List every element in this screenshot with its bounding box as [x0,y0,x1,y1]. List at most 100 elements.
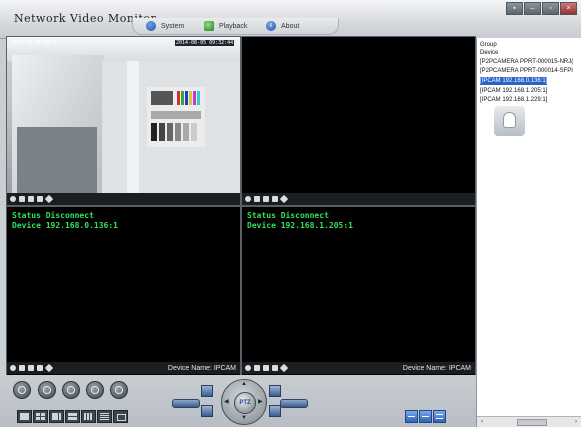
layout-4-button[interactable] [33,410,48,423]
ptz-control-ring[interactable]: ▲ ▼ ◀ ▶ PTZ [221,379,267,425]
video-pane-4[interactable]: Status Disconnect Device 192.168.1.205:1… [241,206,476,376]
record-icon[interactable] [10,365,16,371]
feed-pillar [127,61,139,193]
play-all-button[interactable] [13,381,31,399]
talk-icon[interactable] [272,196,278,202]
ptz-right-arrow[interactable]: ▶ [258,398,263,405]
layout-8-button[interactable] [65,410,80,423]
zoom-out-button[interactable] [172,399,200,408]
snapshot-icon[interactable] [254,196,260,202]
menu-about[interactable]: i About [266,19,299,33]
video-pane-3[interactable]: Status Disconnect Device 192.168.0.136:1… [6,206,241,376]
menu-about-label: About [281,22,300,30]
record-icon[interactable] [10,196,16,202]
device-list-item[interactable]: [IPCAM 192.168.1.229:1] [480,96,547,104]
feed-timestamp-right: 2014-08-05 09:32:44 [175,40,235,46]
layout-16-icon [100,413,109,420]
minimize-button[interactable]: – [524,2,541,15]
pane-device: Device 192.168.1.205:1 [247,221,353,230]
device-list-item[interactable]: [P2PCAMERA PPRT-000014-SFPI [480,67,573,75]
pane-device-name: Device Name: IPCAM [167,364,236,372]
record-all-button[interactable] [62,381,80,399]
pane-toolbar-1 [7,193,240,205]
maximize-button[interactable]: ▫ [542,2,559,15]
playback-icon [204,21,214,31]
sequence-icon [115,386,123,394]
stop-all-button[interactable] [38,381,56,399]
layout-4-icon [36,413,40,416]
ptz-left-arrow[interactable]: ◀ [224,398,229,405]
play-icon [18,386,26,394]
layout-1-button[interactable] [17,410,32,423]
feed-timestamp-left: 2014-08-05 09:2 [11,40,57,46]
fullscreen-icon [117,414,126,421]
device-list-item-selected[interactable]: [IPCAM 192.168.0.136:1] [478,76,549,86]
pane-toolbar-icons [10,363,54,373]
talk-icon[interactable] [272,365,278,371]
audio-icon[interactable] [263,365,269,371]
record-icon[interactable] [245,365,251,371]
video-pane-2[interactable] [241,36,476,206]
scroll-left-arrow[interactable]: ‹ [478,418,486,426]
menu-playback[interactable]: Playback [204,19,247,33]
fullscreen-button[interactable] [113,410,128,423]
system-icon [146,21,156,31]
settings-icon[interactable] [44,194,54,204]
menu-system[interactable]: System [146,19,184,33]
talk-icon[interactable] [37,196,43,202]
video-pane-1[interactable]: 2014-08-05 09:2 2014-08-05 09:32:44 [6,36,241,206]
sequence-button[interactable] [110,381,128,399]
horizontal-scrollbar[interactable]: ‹ › [477,416,581,427]
device-list-item[interactable]: [P2PCAMERA PPRT-000015-NRJ( [480,58,573,66]
record-icon[interactable] [245,196,251,202]
next-page-button[interactable] [419,410,432,423]
device-list-item[interactable]: [IPCAM 192.168.1.205:1] [480,87,547,95]
pane-toolbar-icons [245,194,289,204]
focus-near-button[interactable] [201,385,213,397]
camera-icon [504,113,515,127]
pane-toolbar-icons [245,363,289,373]
settings-icon[interactable] [279,194,289,204]
layout-icon-cell [59,413,61,420]
camera-device-icon[interactable] [494,106,525,136]
iris-open-button[interactable] [201,405,213,417]
refresh-button[interactable] [433,410,446,423]
talk-icon[interactable] [37,365,43,371]
ptz-down-arrow[interactable]: ▼ [241,415,247,421]
stop-icon [43,386,51,394]
zoom-in-button[interactable] [280,399,308,408]
ptz-center-button[interactable]: PTZ [234,392,256,414]
settings-icon[interactable] [44,363,54,373]
camera-feed-image: 2014-08-05 09:2 2014-08-05 09:32:44 [7,37,240,193]
record-icon [67,386,75,394]
layout-6-button[interactable] [49,410,64,423]
snapshot-icon[interactable] [19,196,25,202]
prev-page-button[interactable] [405,410,418,423]
focus-far-button[interactable] [269,385,281,397]
pane-toolbar-2 [242,193,475,205]
settings-icon[interactable] [279,363,289,373]
layout-16-button[interactable] [97,410,112,423]
snapshot-icon[interactable] [254,365,260,371]
window-controls: ▪ – ▫ × [506,2,577,15]
pane-device-name: Device Name: IPCAM [402,364,471,372]
audio-icon[interactable] [28,365,34,371]
iris-close-button[interactable] [269,405,281,417]
snapshot-icon[interactable] [19,365,25,371]
video-grid: 2014-08-05 09:2 2014-08-05 09:32:44 Stat… [6,36,476,376]
info-icon: i [266,21,276,31]
device-label: Device [480,50,499,56]
close-button[interactable]: × [560,2,577,15]
audio-icon[interactable] [28,196,34,202]
scroll-right-arrow[interactable]: › [572,418,580,426]
device-panel: Group Device [P2PCAMERA PPRT-000015-NRJ(… [476,38,581,427]
settings-window-button[interactable]: ▪ [506,2,523,15]
pane-device: Device 192.168.0.136:1 [12,221,118,230]
audio-icon[interactable] [263,196,269,202]
pane-status: Status Disconnect [12,211,94,220]
ptz-up-arrow[interactable]: ▲ [241,381,247,387]
snapshot-all-button[interactable] [86,381,104,399]
layout-1-icon [20,413,29,420]
scroll-thumb[interactable] [517,419,547,426]
layout-9-button[interactable] [81,410,96,423]
